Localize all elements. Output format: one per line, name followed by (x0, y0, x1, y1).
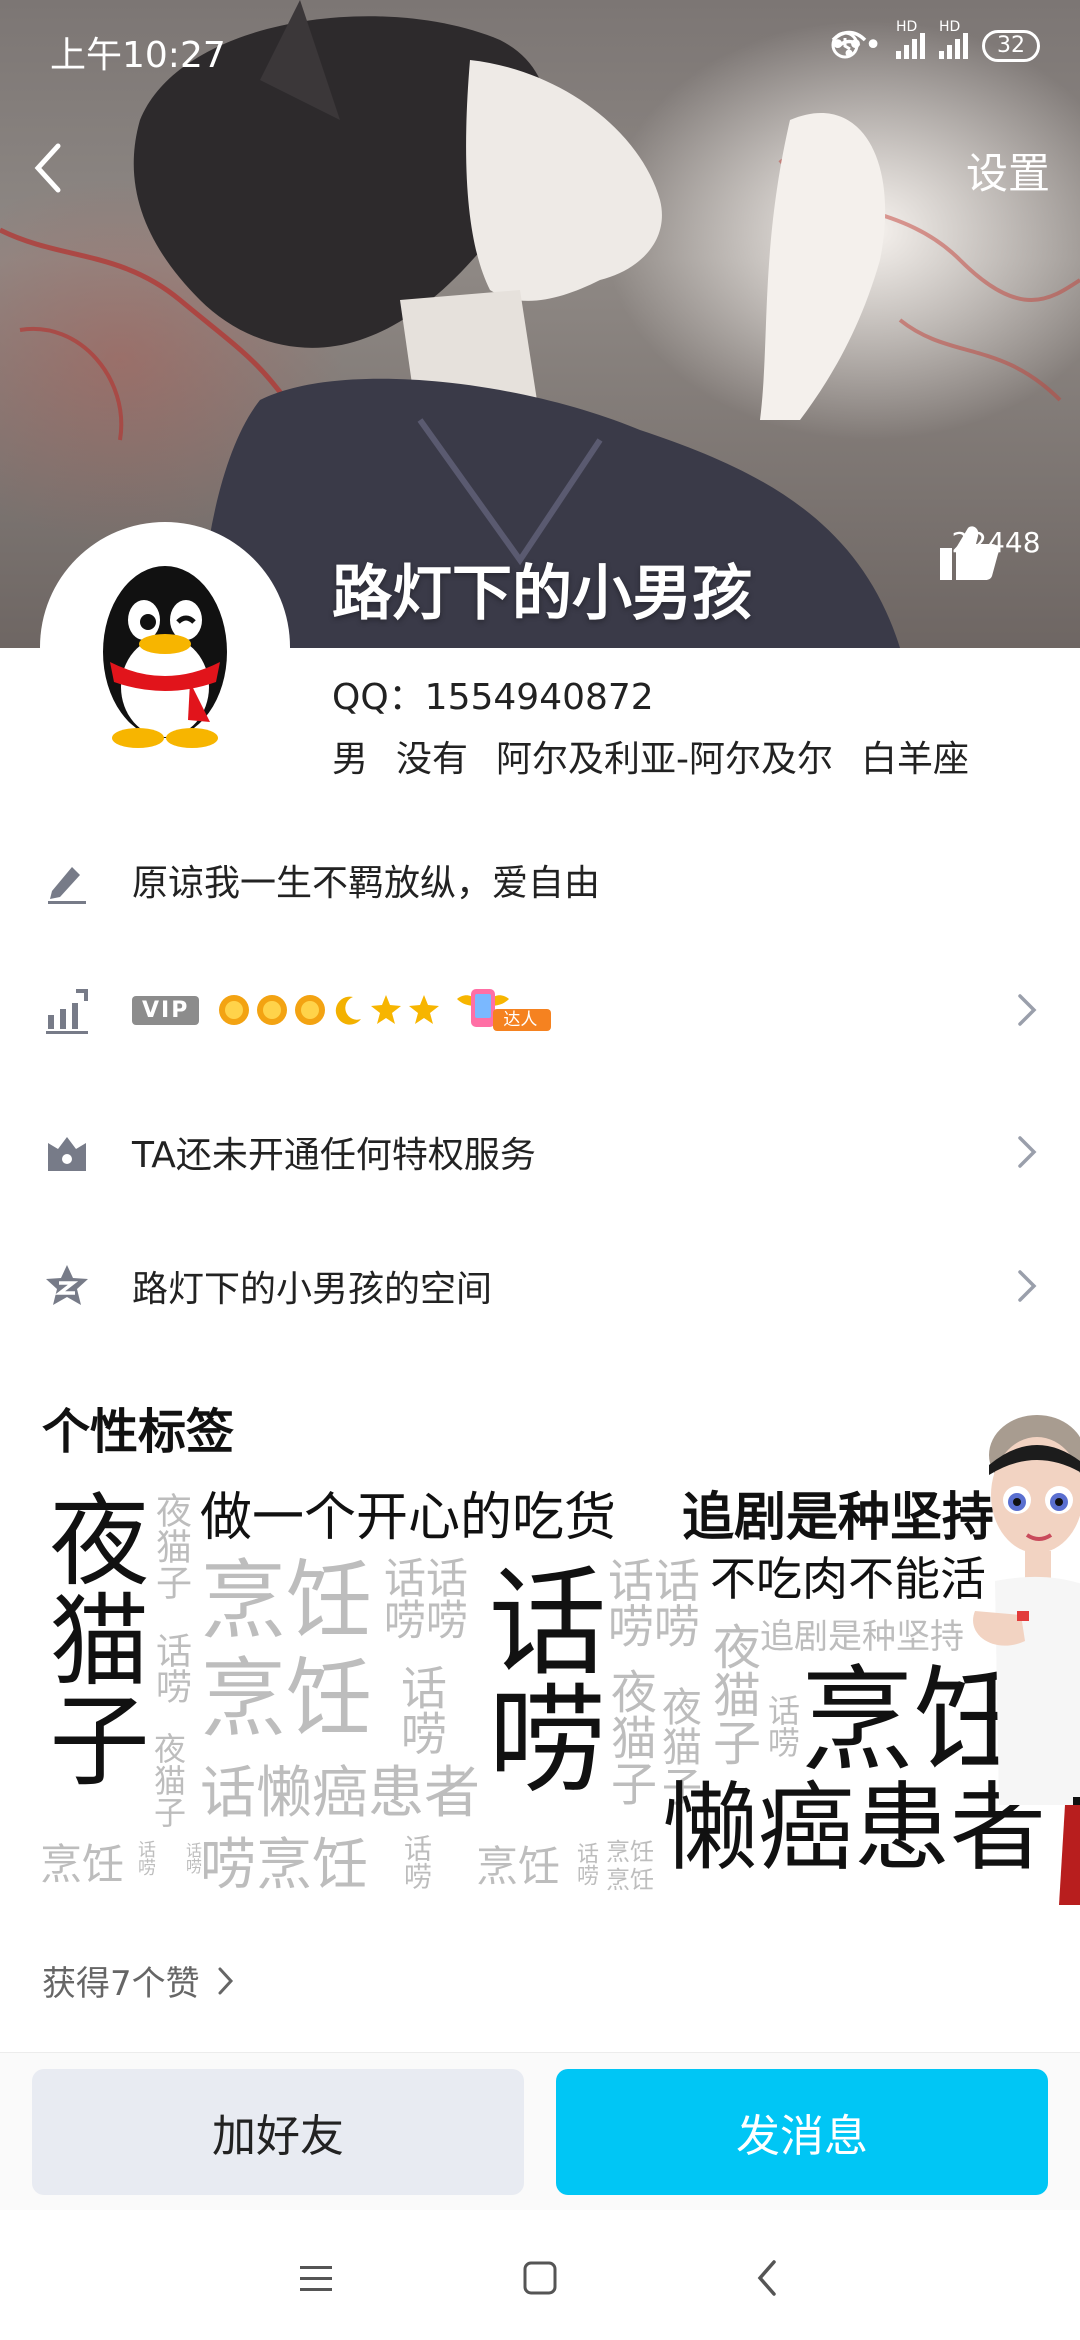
tags-title: 个性标签 (42, 1404, 235, 1460)
level-badges (217, 993, 441, 1027)
tag-word: 话唠 (183, 1842, 202, 1874)
qzone-star-icon (46, 1265, 88, 1305)
qzone-text: 路灯下的小男孩的空间 (132, 1269, 493, 1310)
level-chart-icon (46, 989, 88, 1034)
tag-word: 烹饪 (200, 1649, 372, 1749)
likes-received-link[interactable]: 获得7个赞 (42, 1956, 236, 2005)
chevron-left-icon (34, 143, 61, 193)
status-time: 上午10:27 (50, 35, 226, 76)
tag-word: 话唠 (150, 1632, 191, 1704)
location: 阿尔及利亚-阿尔及尔 (496, 739, 834, 780)
status-bar: 上午10:27 ••• HD HD 32 (0, 0, 1080, 100)
action-bar: 加好友 发消息 (0, 2052, 1080, 2210)
tag-word: 夜猫子 (604, 1668, 658, 1806)
vip-badge: VIP (132, 995, 200, 1025)
penguin-avatar-icon (103, 566, 227, 748)
moon-icon (336, 996, 362, 1025)
qzone-row[interactable]: 路灯下的小男孩的空间 (0, 1226, 1080, 1346)
signature-text: 原谅我一生不羁放纵，爱自由 (132, 863, 601, 904)
tag-word: 话唠 (763, 1694, 801, 1758)
send-message-button[interactable]: 发消息 (556, 2069, 1048, 2195)
tag-word: 烹饪 (200, 1551, 372, 1651)
tag-word: 烹饪 (40, 1840, 125, 1889)
tag-word: 唠烹饪 (200, 1833, 368, 1898)
chevron-right-icon (1018, 1270, 1037, 1302)
profile-name: 路灯下的小男孩 (332, 559, 752, 629)
profile-details: 男 没有 阿尔及利亚-阿尔及尔 白羊座 (332, 730, 969, 782)
system-nav-bar (0, 2210, 1080, 2340)
tag-word: 话懒癌患者 (200, 1761, 480, 1826)
qq-number: QQ：1554940872 (332, 677, 654, 718)
relationship-status: 没有 (396, 739, 469, 780)
back-nav-button[interactable] (738, 2250, 798, 2306)
signature-row: 原谅我一生不羁放纵，爱自由 (0, 820, 1080, 940)
vip-row[interactable]: VIP 达人 (0, 950, 1080, 1070)
signal-icon-1: HD (896, 19, 925, 59)
daren-badge: 达人 (453, 987, 553, 1033)
sun-icon (219, 995, 250, 1025)
tag-word: 夜猫子 (149, 1732, 187, 1828)
chevron-right-icon (1018, 1136, 1037, 1168)
menu-icon (300, 2266, 332, 2291)
gender: 男 (332, 739, 369, 780)
privilege-text: TA还未开通任何特权服务 (132, 1135, 536, 1176)
tag-word: 追剧是种坚持 (760, 1617, 964, 1657)
battery-icon: 32 (982, 29, 1040, 62)
menu-nav-button[interactable] (286, 2250, 346, 2306)
tag-word: 不吃肉不能活 (710, 1552, 986, 1606)
tag-word: 烹饪 (606, 1838, 654, 1866)
tag-word: 夜猫子 (704, 1622, 760, 1766)
signal-icon-2: HD (939, 19, 968, 59)
tag-word: 话话唠唠 (608, 1554, 700, 1654)
tag-word-cloud[interactable]: 夜猫子 夜猫子 做一个开心的吃货 追剧是种坚持 烹饪 话话唠唠 话唠 话话唠唠 … (40, 1480, 1080, 1900)
star-icon (409, 995, 440, 1024)
home-nav-button[interactable] (510, 2250, 570, 2306)
sun-icon (295, 995, 326, 1025)
wifi-icon (831, 30, 867, 57)
tag-word: 话唠 (394, 1664, 448, 1756)
tag-word: 话唠 (135, 1840, 156, 1876)
cartoon-character (955, 1385, 1080, 1905)
star-icon (371, 995, 402, 1024)
tag-word: 夜猫子 (150, 1492, 191, 1600)
back-triangle-icon (757, 2260, 776, 2296)
tag-word: 话唠 (400, 1834, 433, 1890)
tag-word: 做一个开心的吃货 (200, 1488, 617, 1548)
settings-button[interactable]: 设置 (966, 140, 1050, 201)
like-button[interactable]: 22448 (936, 522, 1056, 580)
zodiac: 白羊座 (861, 739, 970, 780)
thumbs-up-icon (940, 526, 999, 580)
status-icons: ••• HD HD 32 (829, 19, 1040, 63)
tag-word: 烹饪 (476, 1842, 561, 1891)
add-friend-button[interactable]: 加好友 (32, 2069, 524, 2195)
likes-received-text: 获得7个赞 (42, 1964, 200, 2004)
back-button[interactable] (24, 132, 84, 202)
square-home-icon (523, 2261, 557, 2295)
tag-word: 话唠 (468, 1560, 606, 1796)
privilege-row[interactable]: TA还未开通任何特权服务 (0, 1092, 1080, 1212)
chevron-right-icon (1018, 994, 1037, 1026)
crown-box-icon (48, 1137, 86, 1171)
tag-word: 夜猫子 (40, 1488, 149, 1788)
tag-word: 话唠 (573, 1842, 598, 1886)
tag-word: 烹饪 (606, 1866, 654, 1894)
chevron-right-icon (218, 1967, 233, 1994)
sun-icon (257, 995, 288, 1025)
vip-level: VIP 达人 (132, 987, 553, 1033)
tag-word: 追剧是种坚持 (682, 1488, 995, 1548)
avatar[interactable] (40, 522, 290, 772)
character-illustration (973, 1415, 1080, 1905)
pencil-icon (48, 867, 86, 904)
